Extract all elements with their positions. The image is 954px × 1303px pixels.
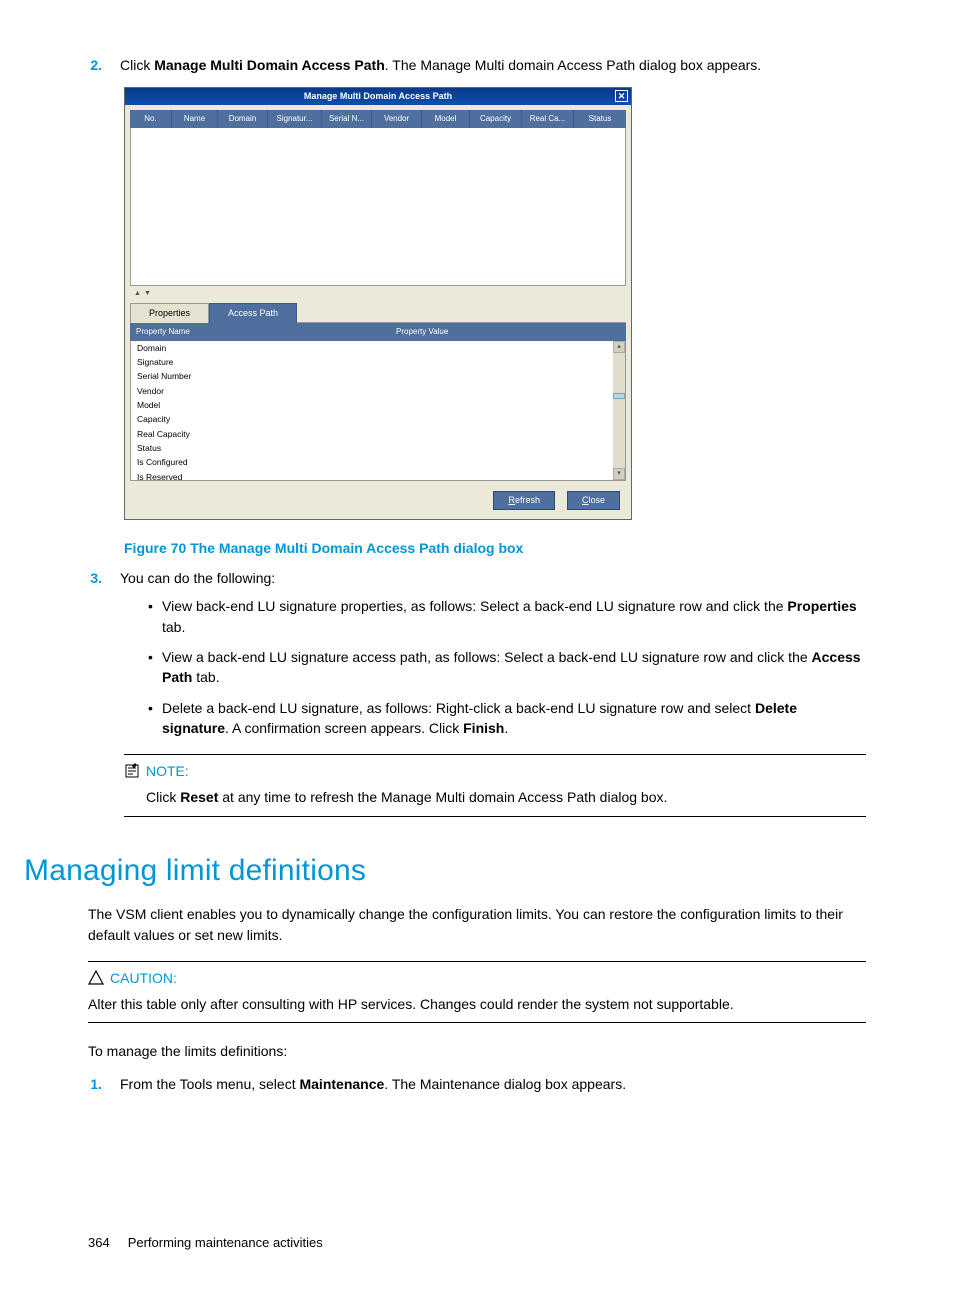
note-body: Click Reset at any time to refresh the M…	[146, 787, 866, 807]
page-footer: 364 Performing maintenance activities	[88, 1234, 866, 1253]
grid-header: No. Name Domain Signatur... Serial N... …	[130, 110, 626, 128]
prop-row: Capacity	[131, 412, 625, 426]
dialog-title: Manage Multi Domain Access Path	[304, 91, 452, 101]
close-button[interactable]: Close	[567, 491, 620, 510]
dialog-titlebar: Manage Multi Domain Access Path ✕	[125, 88, 631, 105]
scroll-down-icon[interactable]: ▾	[613, 468, 625, 480]
prop-row: Is Configured	[131, 455, 625, 469]
sort-down-icon[interactable]: ▼	[144, 289, 151, 299]
intro-paragraph: The VSM client enables you to dynamicall…	[88, 904, 866, 945]
step-number: 3.	[84, 568, 120, 588]
caution-icon	[88, 970, 104, 986]
step-body: From the Tools menu, select Maintenance.…	[120, 1074, 866, 1094]
tab-access-path[interactable]: Access Path	[209, 303, 297, 323]
chapter-title: Performing maintenance activities	[128, 1234, 323, 1253]
prop-row: Vendor	[131, 384, 625, 398]
col-name[interactable]: Name	[172, 110, 218, 128]
text: Click	[146, 789, 180, 805]
sort-up-icon[interactable]: ▲	[134, 289, 141, 299]
property-header: Property Name Property Value	[130, 323, 626, 341]
prop-row: Domain	[131, 341, 625, 355]
scrollbar[interactable]: ▴ ▾	[613, 341, 625, 480]
grid-body	[130, 128, 626, 286]
text: View back-end LU signature properties, a…	[162, 598, 787, 614]
refresh-button[interactable]: Refresh	[493, 491, 555, 510]
step-body: Click Manage Multi Domain Access Path. T…	[120, 55, 866, 75]
prop-row: Is Reserved	[131, 470, 625, 481]
col-status[interactable]: Status	[574, 110, 626, 128]
col-serial[interactable]: Serial N...	[322, 110, 372, 128]
col-realcap[interactable]: Real Ca...	[522, 110, 574, 128]
step-number: 1.	[84, 1074, 120, 1094]
note-label: NOTE:	[146, 761, 189, 781]
col-signature[interactable]: Signatur...	[268, 110, 322, 128]
caution-label: CAUTION:	[110, 968, 177, 988]
manage-intro: To manage the limits definitions:	[88, 1041, 866, 1061]
text: View a back-end LU signature access path…	[162, 649, 812, 665]
step-2: 2. Click Manage Multi Domain Access Path…	[88, 55, 866, 75]
figure-caption: Figure 70 The Manage Multi Domain Access…	[124, 538, 866, 558]
sort-controls[interactable]: ▲▼	[130, 286, 626, 302]
manage-multi-domain-bold: Manage Multi Domain Access Path	[154, 57, 385, 73]
text: . The Manage Multi domain Access Path di…	[385, 57, 761, 73]
prop-value-col: Property Value	[390, 323, 626, 341]
bullet-list: View back-end LU signature properties, a…	[148, 596, 866, 738]
col-domain[interactable]: Domain	[218, 110, 268, 128]
prop-row: Serial Number	[131, 369, 625, 383]
list-item: Delete a back-end LU signature, as follo…	[148, 698, 866, 739]
prop-row: Status	[131, 441, 625, 455]
step-number: 2.	[84, 55, 120, 75]
col-model[interactable]: Model	[422, 110, 470, 128]
step-1: 1. From the Tools menu, select Maintenan…	[88, 1074, 866, 1094]
properties-bold: Properties	[787, 598, 856, 614]
text: From the Tools menu, select	[120, 1076, 299, 1092]
note-icon	[124, 763, 140, 779]
prop-name-col: Property Name	[130, 323, 390, 341]
text: .	[504, 720, 508, 736]
step-body: You can do the following:	[120, 568, 866, 588]
col-vendor[interactable]: Vendor	[372, 110, 422, 128]
caution-block: CAUTION: Alter this table only after con…	[88, 961, 866, 1024]
maintenance-bold: Maintenance	[299, 1076, 384, 1092]
text: tab.	[162, 619, 185, 635]
text: . A confirmation screen appears. Click	[225, 720, 463, 736]
caution-body: Alter this table only after consulting w…	[88, 994, 866, 1014]
reset-bold: Reset	[180, 789, 218, 805]
text: at any time to refresh the Manage Multi …	[218, 789, 667, 805]
section-heading: Managing limit definitions	[24, 849, 866, 893]
text: Delete a back-end LU signature, as follo…	[162, 700, 755, 716]
note-block: NOTE: Click Reset at any time to refresh…	[124, 754, 866, 817]
scroll-up-icon[interactable]: ▴	[613, 341, 625, 353]
tabs: Properties Access Path	[130, 302, 626, 323]
scroll-thumb[interactable]	[613, 393, 625, 399]
list-item: View a back-end LU signature access path…	[148, 647, 866, 688]
manage-multi-domain-dialog: Manage Multi Domain Access Path ✕ No. Na…	[124, 87, 632, 519]
list-item: View back-end LU signature properties, a…	[148, 596, 866, 637]
close-icon[interactable]: ✕	[615, 90, 628, 102]
property-body: Domain Signature Serial Number Vendor Mo…	[130, 341, 626, 481]
col-capacity[interactable]: Capacity	[470, 110, 522, 128]
figure-70: Manage Multi Domain Access Path ✕ No. Na…	[124, 87, 866, 519]
prop-row: Model	[131, 398, 625, 412]
dialog-footer: Refresh Close	[130, 481, 626, 514]
prop-row: Real Capacity	[131, 427, 625, 441]
finish-bold: Finish	[463, 720, 504, 736]
step-3: 3. You can do the following:	[88, 568, 866, 588]
tab-properties[interactable]: Properties	[130, 303, 209, 323]
col-no[interactable]: No.	[130, 110, 172, 128]
text: . The Maintenance dialog box appears.	[384, 1076, 626, 1092]
text: Click	[120, 57, 154, 73]
prop-row: Signature	[131, 355, 625, 369]
page-number: 364	[88, 1234, 110, 1253]
text: tab.	[192, 669, 219, 685]
